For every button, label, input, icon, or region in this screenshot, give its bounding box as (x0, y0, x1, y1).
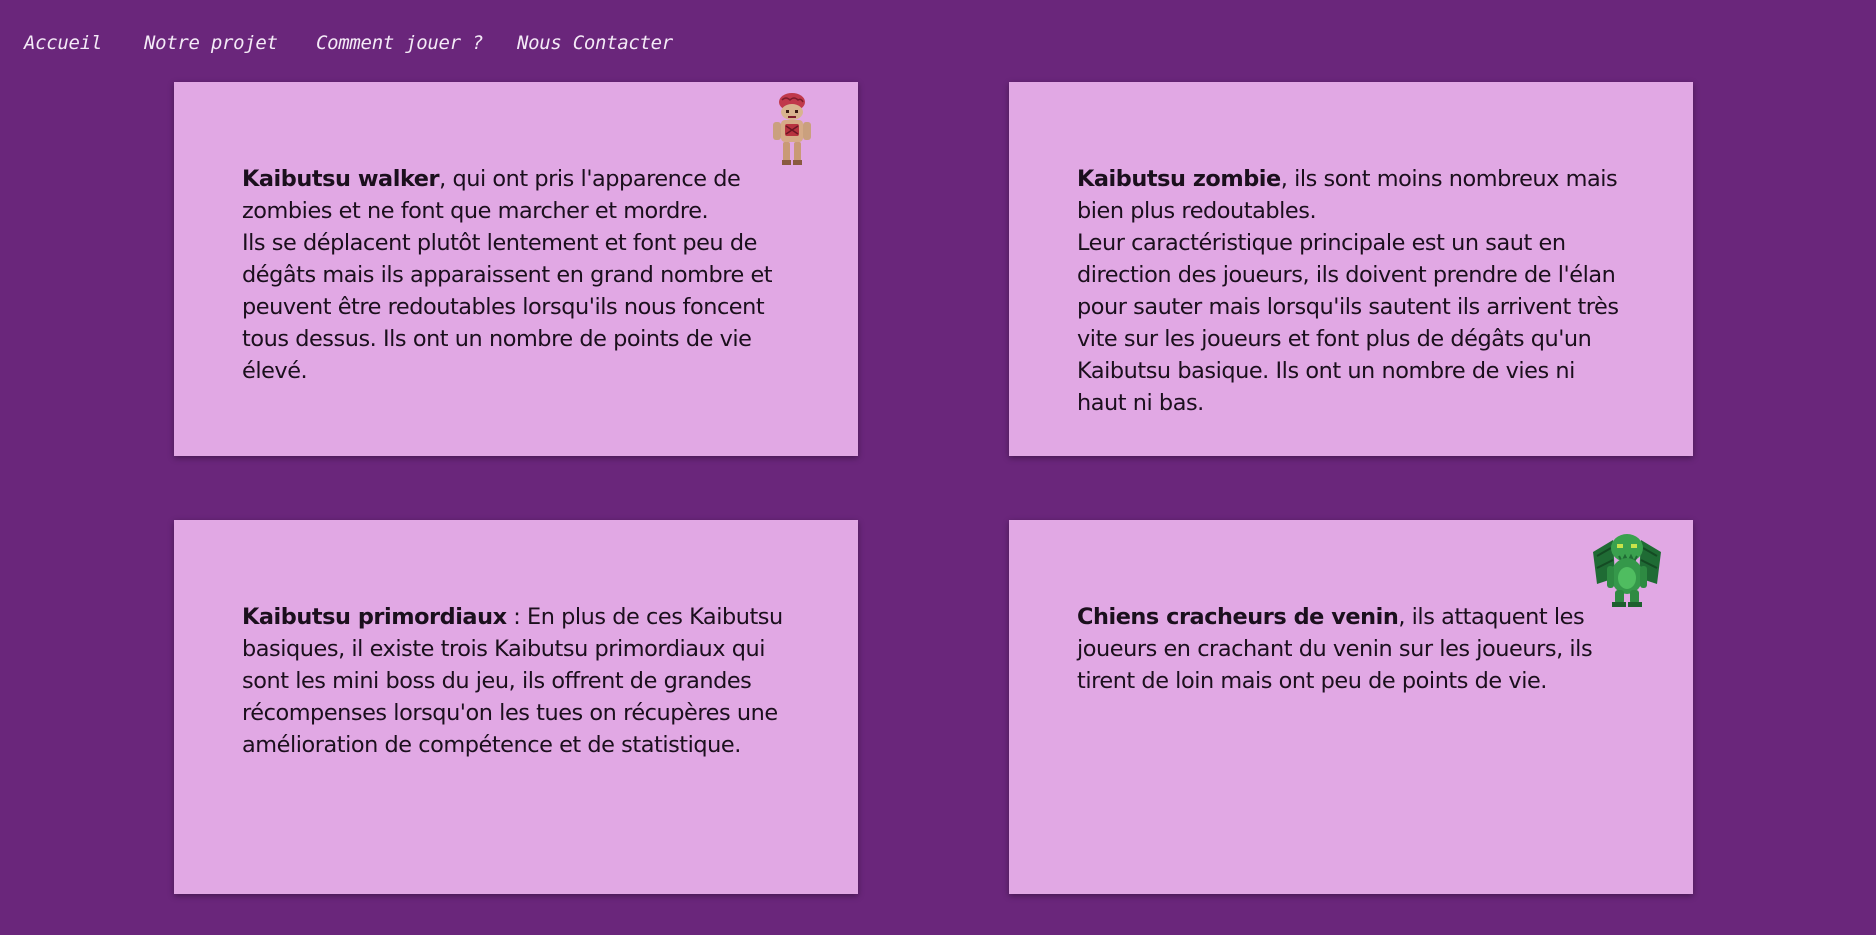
nav-link-comment-jouer[interactable]: Comment jouer ? (316, 32, 483, 54)
card-description: Kaibutsu primordiaux : En plus de ces Ka… (242, 601, 787, 761)
card-description: Kaibutsu walker, qui ont pris l'apparenc… (242, 163, 787, 387)
enemy-details: Ils se déplacent plutôt lentement et fon… (242, 230, 773, 384)
green-winged-creature-sprite-icon (1593, 534, 1661, 607)
enemy-name: Kaibutsu zombie (1077, 166, 1281, 192)
enemy-name: Kaibutsu walker (242, 166, 440, 192)
card-description: Kaibutsu zombie, ils sont moins nombreux… (1077, 163, 1622, 419)
enemy-details: Leur caractéristique principale est un s… (1077, 230, 1619, 416)
card-description: Chiens cracheurs de venin, ils attaquent… (1077, 601, 1622, 697)
enemy-name: Kaibutsu primordiaux (242, 604, 507, 630)
enemy-name: Chiens cracheurs de venin (1077, 604, 1399, 630)
enemy-card-kaibutsu-walker: Kaibutsu walker, qui ont pris l'apparenc… (174, 82, 858, 456)
nav-link-nous-contacter[interactable]: Nous Contacter (517, 32, 673, 54)
zombie-walker-sprite-icon (773, 93, 811, 165)
enemy-card-kaibutsu-primordiaux: Kaibutsu primordiaux : En plus de ces Ka… (174, 520, 858, 894)
nav-link-notre-projet[interactable]: Notre projet (144, 32, 278, 54)
nav-link-accueil[interactable]: Accueil (24, 32, 102, 54)
enemy-card-chiens-cracheurs: Chiens cracheurs de venin, ils attaquent… (1009, 520, 1693, 894)
enemy-card-kaibutsu-zombie: Kaibutsu zombie, ils sont moins nombreux… (1009, 82, 1693, 456)
